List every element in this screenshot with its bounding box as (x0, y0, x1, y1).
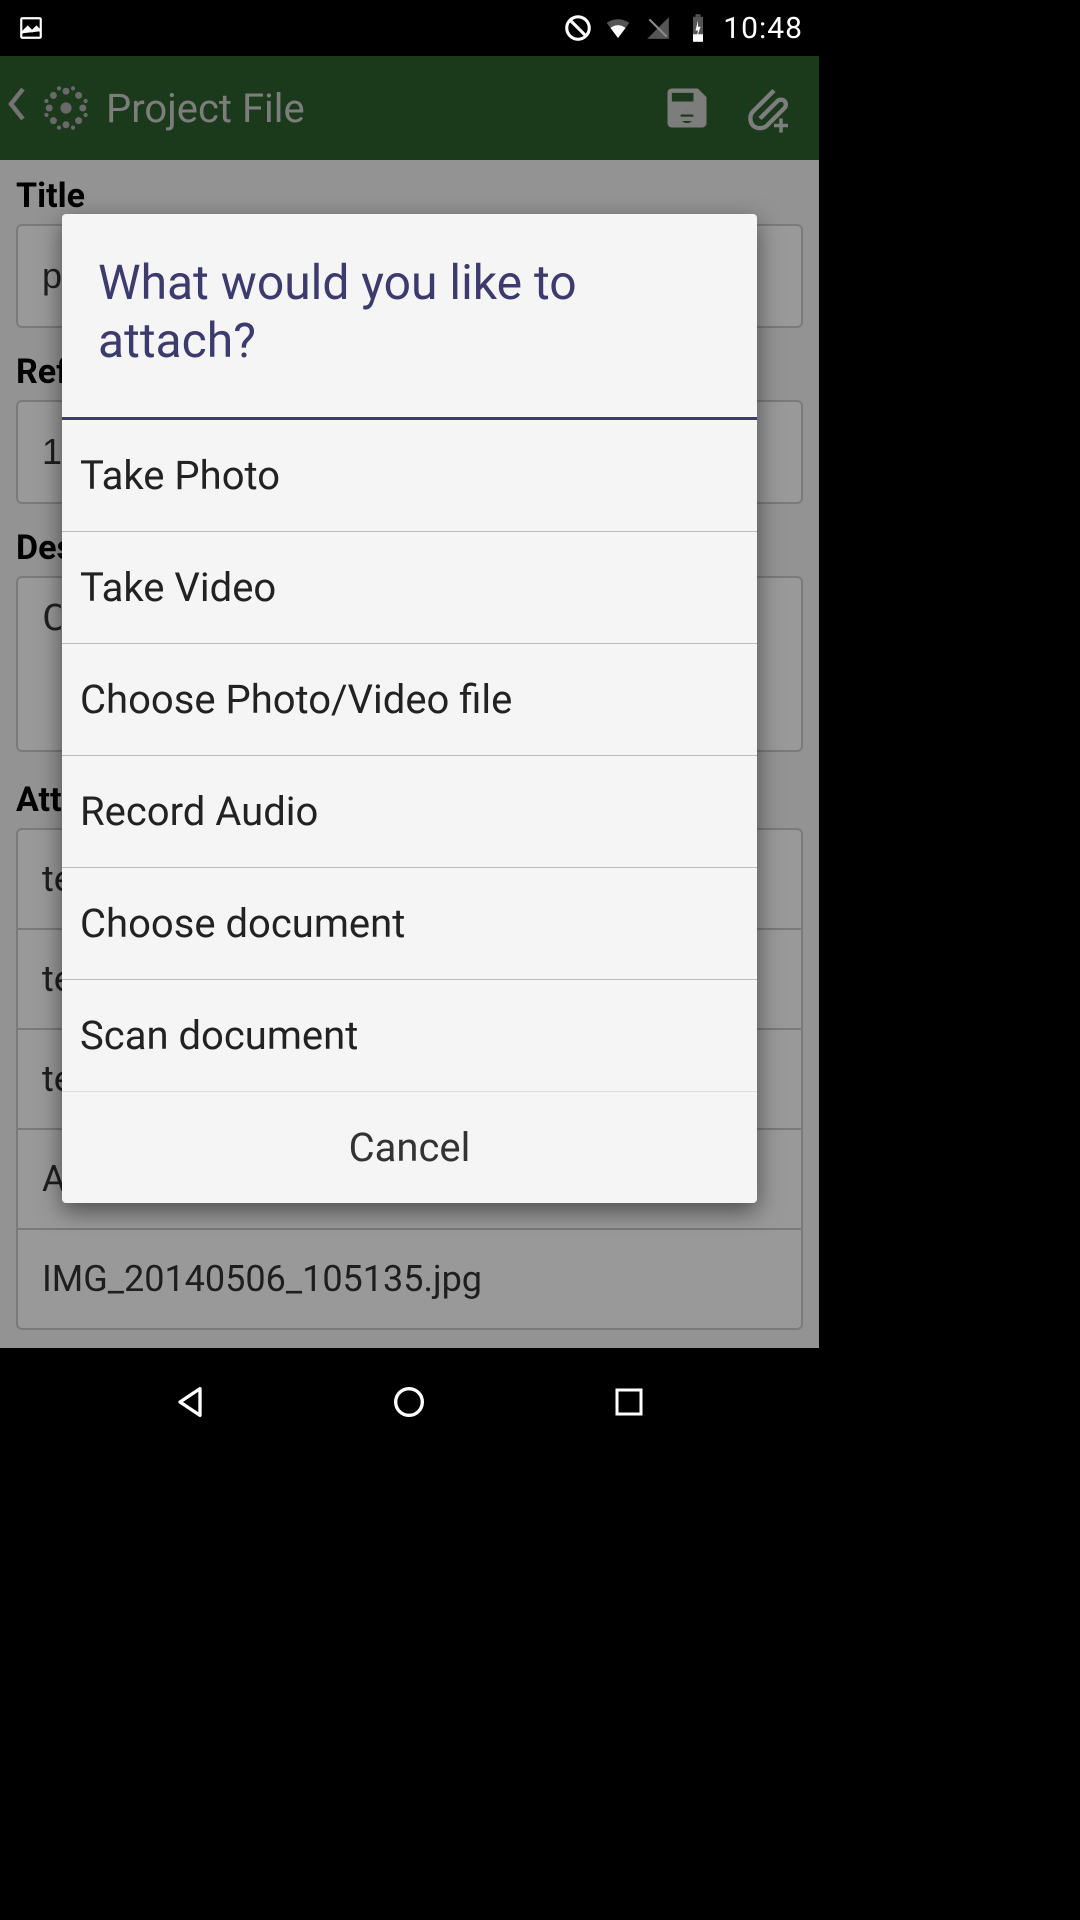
recent-apps-button[interactable] (599, 1372, 659, 1432)
status-bar: 10:48 (0, 0, 819, 56)
cancel-button[interactable]: Cancel (62, 1091, 757, 1203)
wifi-icon (603, 13, 633, 43)
option-scan-document[interactable]: Scan document (62, 980, 757, 1091)
dialog-title: What would you like to attach? (62, 214, 757, 420)
android-nav-bar (0, 1348, 819, 1456)
status-right: 10:48 (563, 11, 803, 46)
no-entry-icon (563, 13, 593, 43)
option-take-photo[interactable]: Take Photo (62, 420, 757, 532)
back-button[interactable] (160, 1372, 220, 1432)
home-button[interactable] (379, 1372, 439, 1432)
option-choose-document[interactable]: Choose document (62, 868, 757, 980)
picture-icon (16, 13, 46, 43)
attach-dialog: What would you like to attach? Take Phot… (62, 214, 757, 1203)
status-left (16, 13, 46, 43)
option-record-audio[interactable]: Record Audio (62, 756, 757, 868)
option-take-video[interactable]: Take Video (62, 532, 757, 644)
option-choose-media[interactable]: Choose Photo/Video file (62, 644, 757, 756)
battery-icon (683, 13, 713, 43)
signal-icon (643, 13, 673, 43)
status-time: 10:48 (723, 11, 803, 46)
